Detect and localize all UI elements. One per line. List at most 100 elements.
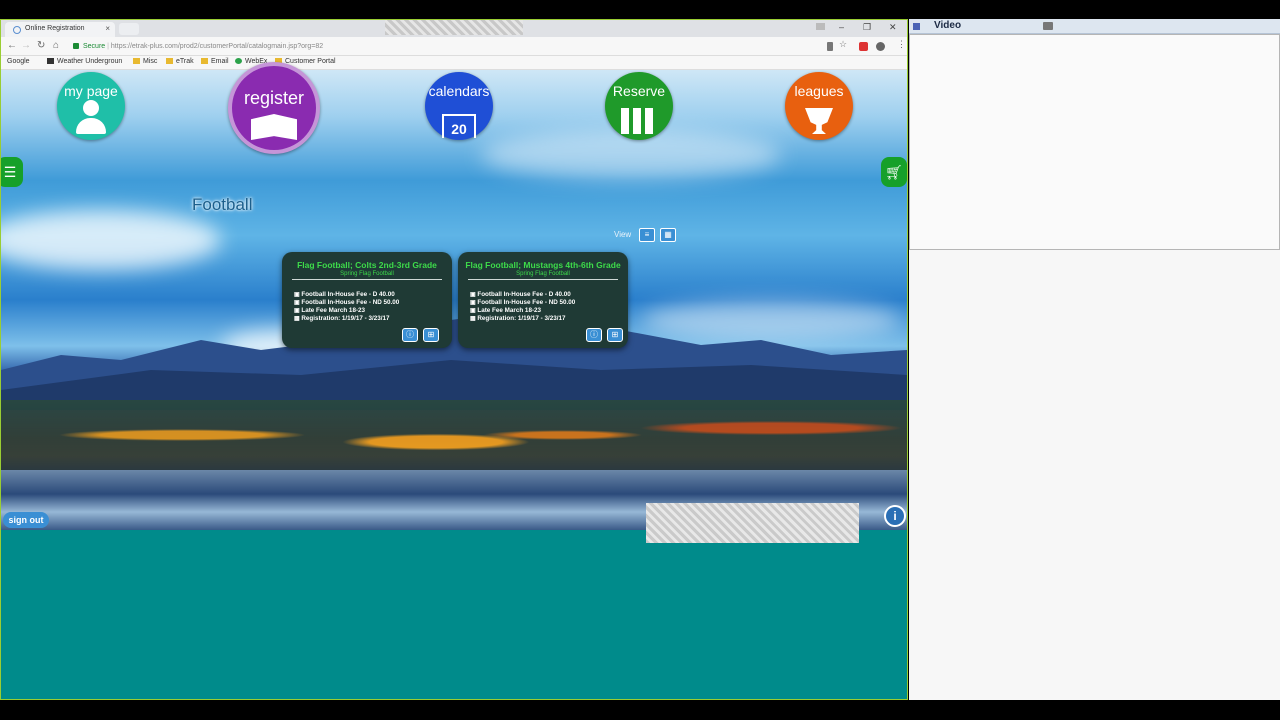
info-icon: ⓘ	[590, 330, 598, 339]
nav-my-page-button[interactable]: my page	[57, 72, 125, 140]
folder-icon	[166, 58, 173, 64]
nav-reserve-label: Reserve	[612, 83, 666, 99]
autumn-trees	[1, 400, 907, 470]
fee-line: Football In-House Fee - ND 50.00	[470, 299, 628, 307]
weather-icon	[47, 58, 54, 64]
program-card: Flag Football; Colts 2nd-3rd Grade Sprin…	[282, 252, 452, 348]
home-icon[interactable]: ⌂	[53, 40, 59, 51]
bookmark-weather[interactable]: Weather Undergroun	[47, 58, 122, 65]
calendar-small-icon: ▦	[664, 230, 672, 239]
tab-favicon-icon	[13, 26, 21, 34]
forward-arrow-icon[interactable]: →	[21, 40, 31, 51]
cart-icon: ⊞	[427, 330, 435, 339]
cart-icon: 🛒︎	[885, 164, 903, 180]
list-icon: ≡	[644, 230, 650, 239]
url-field[interactable]: Secure | https://etrak-plus.com/prod2/cu…	[71, 40, 811, 53]
card-add-to-cart-button[interactable]: ⊞	[607, 328, 623, 342]
nav-register-label: register	[243, 88, 305, 108]
calendar-icon: 20	[442, 114, 476, 138]
webex-icon	[235, 58, 242, 64]
card-info-button[interactable]: ⓘ	[402, 328, 418, 342]
window-icon	[913, 23, 920, 30]
video-panel: Video	[909, 19, 1280, 700]
nav-calendars-button[interactable]: calendars 20	[425, 72, 493, 140]
cloud-shape	[1, 210, 221, 270]
nav-calendars-label: calendars	[428, 83, 490, 99]
hamburger-icon: ☰	[3, 164, 17, 180]
redacted-area	[385, 20, 523, 35]
screen: Online Registration × – ❐ ✕ ← → ↻ ⌂ Secu…	[0, 0, 1280, 720]
sign-out-button[interactable]: sign out	[3, 512, 49, 528]
close-window-button[interactable]: ✕	[889, 22, 897, 33]
program-card: Flag Football; Mustangs 4th-6th Grade Sp…	[458, 252, 628, 348]
kebab-menu-icon[interactable]: ⋮	[897, 39, 906, 49]
person-head-icon	[83, 100, 99, 116]
video-panel-title: Video	[934, 20, 962, 31]
new-tab-button[interactable]	[119, 23, 139, 35]
fee-line: Late Fee March 18-23	[294, 307, 452, 315]
reload-icon[interactable]: ↻	[37, 40, 45, 51]
restore-button[interactable]: ❐	[863, 22, 871, 33]
location-icon[interactable]	[827, 42, 833, 51]
tab-online-registration[interactable]: Online Registration ×	[5, 22, 115, 37]
fee-line: Football In-House Fee - D 40.00	[294, 291, 452, 299]
lock-icon	[73, 43, 79, 49]
video-area[interactable]	[909, 34, 1280, 250]
page-body: my page register calendars 20 Reserve le…	[1, 62, 907, 699]
book-icon	[251, 114, 297, 140]
fee-line: Late Fee March 18-23	[470, 307, 628, 315]
star-icon[interactable]: ☆	[839, 39, 847, 49]
person-icon	[76, 118, 106, 134]
registration-dates: Registration: 1/19/17 - 3/23/17	[470, 315, 628, 323]
fee-line: Football In-House Fee - D 40.00	[470, 291, 628, 299]
info-icon: ⓘ	[406, 330, 414, 339]
card-info-button[interactable]: ⓘ	[586, 328, 602, 342]
program-title[interactable]: Flag Football; Mustangs 4th-6th Grade	[458, 260, 628, 270]
view-label: View	[614, 230, 632, 239]
redacted-area	[646, 503, 859, 543]
back-arrow-icon[interactable]: ←	[7, 40, 17, 51]
registration-dates: Registration: 1/19/17 - 3/23/17	[294, 315, 452, 323]
card-add-to-cart-button[interactable]: ⊞	[423, 328, 439, 342]
secure-label: Secure	[83, 43, 106, 50]
bookmarks-bar: Google Weather Undergroun Misc eTrak Ema…	[1, 56, 907, 70]
nav-leagues-label: leagues	[794, 83, 844, 99]
list-view-button[interactable]: ≡	[639, 228, 655, 242]
trophy-icon	[805, 108, 833, 134]
profile-icon[interactable]	[816, 23, 825, 30]
fee-line: Football In-House Fee - ND 50.00	[294, 299, 452, 307]
extension-red-icon[interactable]	[859, 42, 868, 51]
camera-icon[interactable]	[1043, 22, 1053, 30]
cart-button[interactable]: 🛒︎	[881, 157, 907, 187]
nav-leagues-button[interactable]: leagues	[785, 72, 853, 140]
program-title[interactable]: Flag Football; Colts 2nd-3rd Grade	[282, 260, 452, 270]
bookmark-email[interactable]: Email	[201, 58, 229, 65]
browser-window: Online Registration × – ❐ ✕ ← → ↻ ⌂ Secu…	[0, 19, 908, 700]
video-panel-header: Video	[909, 19, 1280, 34]
tab-close-icon[interactable]: ×	[105, 24, 110, 33]
info-icon: i	[893, 509, 897, 523]
nav-reserve-button[interactable]: Reserve	[605, 72, 673, 140]
mountain-range	[1, 310, 907, 410]
menu-button[interactable]: ☰	[1, 157, 23, 187]
cart-icon: ⊞	[611, 330, 619, 339]
bookmark-etrak[interactable]: eTrak	[166, 58, 194, 65]
tab-title: Online Registration	[25, 25, 85, 32]
folder-icon	[133, 58, 140, 64]
bookmark-google[interactable]: Google	[7, 58, 30, 65]
catalog-title: Football	[192, 195, 253, 214]
calendar-view-button[interactable]: ▦	[660, 228, 676, 242]
grid-hand-icon	[621, 108, 657, 134]
address-toolbar: ← → ↻ ⌂ Secure | https://etrak-plus.com/…	[1, 37, 907, 56]
nav-my-page-label: my page	[64, 83, 118, 99]
nav-register-button[interactable]: register	[228, 62, 320, 154]
minimize-button[interactable]: –	[839, 22, 844, 32]
extension-gray-icon[interactable]	[876, 42, 885, 51]
program-subtitle: Spring Flag Football	[292, 271, 442, 280]
bookmark-misc[interactable]: Misc	[133, 58, 157, 65]
info-button[interactable]: i	[884, 505, 906, 527]
tab-bar: Online Registration × – ❐ ✕	[1, 20, 907, 37]
program-subtitle: Spring Flag Football	[468, 271, 618, 280]
folder-icon	[201, 58, 208, 64]
url-text: https://etrak-plus.com/prod2/customerPor…	[110, 43, 324, 50]
